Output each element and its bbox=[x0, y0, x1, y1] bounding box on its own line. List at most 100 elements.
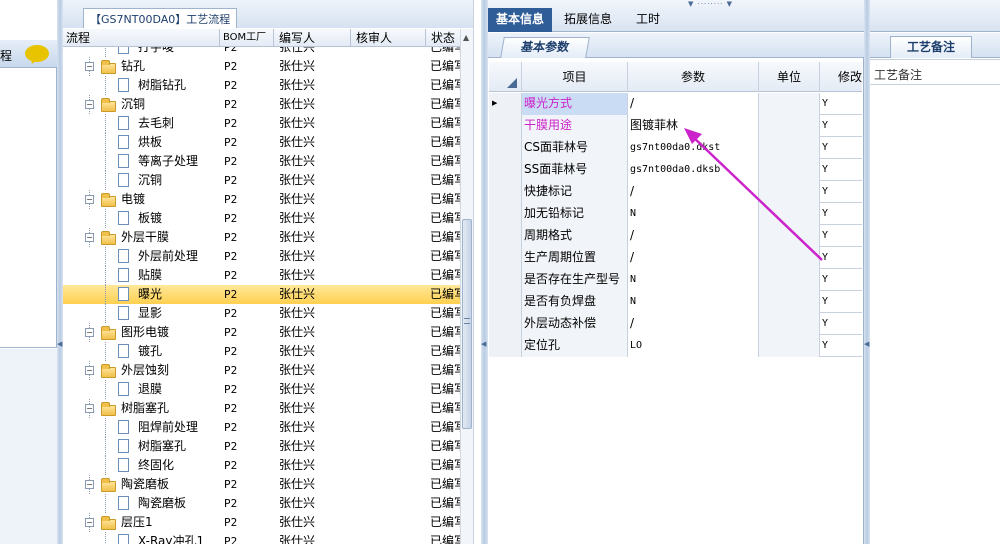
basic-params-title[interactable]: 基本参数 bbox=[500, 37, 590, 58]
row-indicator[interactable] bbox=[489, 291, 522, 313]
tree-row[interactable]: 退膜 P2 张仕兴 已编写 bbox=[63, 380, 460, 399]
reviewer-cell bbox=[356, 228, 426, 247]
collapse-toggle-icon[interactable]: − bbox=[85, 62, 94, 71]
tree-row[interactable]: − 图形电镀 P2 张仕兴 已编写 bbox=[63, 323, 460, 342]
param-row[interactable]: 外层动态补偿 / Y bbox=[489, 313, 862, 335]
scroll-grip-icon bbox=[464, 318, 470, 324]
param-col-unit[interactable]: 单位 bbox=[759, 62, 820, 92]
param-value[interactable]: / bbox=[628, 313, 759, 335]
tree-row[interactable]: − 电镀 P2 张仕兴 已编写 bbox=[63, 190, 460, 209]
status-cell: 已编写 bbox=[430, 534, 460, 544]
scroll-up-icon[interactable]: ▲ bbox=[463, 33, 469, 42]
tree-row[interactable]: 等离子处理 P2 张仕兴 已编写 bbox=[63, 152, 460, 171]
remark-content-box[interactable]: 工艺备注 bbox=[870, 59, 1000, 544]
bom-cell: P2 bbox=[224, 79, 238, 92]
tree-connector bbox=[105, 209, 106, 228]
row-indicator[interactable] bbox=[489, 269, 522, 291]
param-item: 是否有负焊盘 bbox=[522, 291, 628, 313]
status-cell: 已编写 bbox=[430, 344, 460, 358]
tab-work-hours[interactable]: 工时 bbox=[628, 8, 668, 32]
collapse-toggle-icon[interactable]: − bbox=[85, 233, 94, 242]
param-value[interactable]: N bbox=[628, 291, 759, 313]
col-header-flow[interactable]: 流程 bbox=[63, 29, 220, 46]
tree-row[interactable]: − 沉铜 P2 张仕兴 已编写 bbox=[63, 95, 460, 114]
tree-row[interactable]: 板镀 P2 张仕兴 已编写 bbox=[63, 209, 460, 228]
collapse-toggle-icon[interactable]: − bbox=[85, 100, 94, 109]
tree-row[interactable]: 打字唛 P2 张仕兴 已编写 bbox=[63, 47, 460, 57]
tree-row[interactable]: − 外层蚀刻 P2 张仕兴 已编写 bbox=[63, 361, 460, 380]
collapse-toggle-icon[interactable]: − bbox=[85, 404, 94, 413]
tree-row[interactable]: − 层压1 P2 张仕兴 已编写 bbox=[63, 513, 460, 532]
tree-row[interactable]: 显影 P2 张仕兴 已编写 bbox=[63, 304, 460, 323]
row-indicator[interactable] bbox=[489, 225, 522, 247]
writer-cell: 张仕兴 bbox=[279, 401, 316, 415]
process-panel: 【GS7NT00DA0】工艺流程 流程 BOM工厂 编写人 核审人 状态 打字唛… bbox=[63, 0, 481, 544]
tree-row[interactable]: 终固化 P2 张仕兴 已编写 bbox=[63, 456, 460, 475]
tree-row[interactable]: 外层前处理 P2 张仕兴 已编写 bbox=[63, 247, 460, 266]
process-scrollbar[interactable]: ▲ bbox=[460, 29, 473, 544]
collapse-toggle-icon[interactable]: − bbox=[85, 366, 94, 375]
tab-extended-info[interactable]: 拓展信息 bbox=[558, 8, 618, 32]
row-indicator[interactable] bbox=[489, 159, 522, 181]
document-icon bbox=[118, 382, 129, 396]
tree-row[interactable]: X-Ray冲孔1 P2 张仕兴 已编写 bbox=[63, 532, 460, 544]
param-value[interactable]: N bbox=[628, 269, 759, 291]
tree-row[interactable]: − 外层干膜 P2 张仕兴 已编写 bbox=[63, 228, 460, 247]
bom-cell: P2 bbox=[224, 231, 238, 244]
tree-row[interactable]: 去毛刺 P2 张仕兴 已编写 bbox=[63, 114, 460, 133]
param-row[interactable]: ▶ 曝光方式 / Y bbox=[489, 93, 862, 115]
row-indicator[interactable]: ▶ bbox=[489, 93, 522, 115]
middle-splitter[interactable]: ◀ bbox=[481, 0, 488, 544]
collapse-toggle-icon[interactable]: − bbox=[85, 518, 94, 527]
param-unit[interactable] bbox=[759, 291, 820, 313]
tree-row[interactable]: 烘板 P2 张仕兴 已编写 bbox=[63, 133, 460, 152]
collapse-toggle-icon[interactable]: − bbox=[85, 480, 94, 489]
row-indicator[interactable] bbox=[489, 313, 522, 335]
param-row[interactable]: 是否存在生产型号 N Y bbox=[489, 269, 862, 291]
param-value[interactable]: / bbox=[628, 93, 759, 115]
param-value[interactable]: LO bbox=[628, 335, 759, 357]
tree-row[interactable]: − 陶瓷磨板 P2 张仕兴 已编写 bbox=[63, 475, 460, 494]
tree-node-label: 曝光 bbox=[138, 287, 163, 301]
param-col-value[interactable]: 参数 bbox=[628, 62, 759, 92]
writer-cell: 张仕兴 bbox=[279, 287, 316, 301]
document-icon bbox=[118, 173, 129, 187]
row-indicator[interactable] bbox=[489, 335, 522, 357]
tree-row[interactable]: 沉铜 P2 张仕兴 已编写 bbox=[63, 171, 460, 190]
tab-basic-info[interactable]: 基本信息 bbox=[488, 8, 552, 32]
param-row[interactable]: 定位孔 LO Y bbox=[489, 335, 862, 357]
remark-title[interactable]: 工艺备注 bbox=[890, 36, 972, 58]
tree-row[interactable]: − 钻孔 P2 张仕兴 已编写 bbox=[63, 57, 460, 76]
tree-node-label: 阻焊前处理 bbox=[138, 420, 199, 434]
row-indicator[interactable] bbox=[489, 247, 522, 269]
param-unit[interactable] bbox=[759, 313, 820, 335]
row-indicator[interactable] bbox=[489, 181, 522, 203]
tree-row[interactable]: 阻焊前处理 P2 张仕兴 已编写 bbox=[63, 418, 460, 437]
left-panel-border bbox=[0, 68, 57, 348]
tree-row[interactable]: 镀孔 P2 张仕兴 已编写 bbox=[63, 342, 460, 361]
param-unit[interactable] bbox=[759, 335, 820, 357]
row-indicator[interactable] bbox=[489, 137, 522, 159]
param-col-item[interactable]: 项目 bbox=[522, 62, 628, 92]
param-col-modify[interactable]: 修改 bbox=[820, 62, 862, 92]
row-indicator[interactable] bbox=[489, 115, 522, 137]
collapse-toggle-icon[interactable]: − bbox=[85, 195, 94, 204]
col-header-reviewer[interactable]: 核审人 bbox=[351, 29, 426, 46]
collapse-toggle-icon[interactable]: − bbox=[85, 328, 94, 337]
param-unit[interactable] bbox=[759, 269, 820, 291]
row-indicator[interactable] bbox=[489, 203, 522, 225]
col-header-bom[interactable]: BOM工厂 bbox=[220, 29, 274, 46]
tree-node-label: 等离子处理 bbox=[138, 154, 199, 168]
scroll-thumb[interactable] bbox=[462, 219, 472, 429]
param-row[interactable]: 是否有负焊盘 N Y bbox=[489, 291, 862, 313]
tree-row[interactable]: 树脂塞孔 P2 张仕兴 已编写 bbox=[63, 437, 460, 456]
document-icon bbox=[118, 306, 129, 320]
col-header-writer[interactable]: 编写人 bbox=[274, 29, 351, 46]
document-icon bbox=[118, 268, 129, 282]
param-unit[interactable] bbox=[759, 93, 820, 115]
tree-row[interactable]: 树脂钻孔 P2 张仕兴 已编写 bbox=[63, 76, 460, 95]
tree-row[interactable]: − 树脂塞孔 P2 张仕兴 已编写 bbox=[63, 399, 460, 418]
tree-row[interactable]: 曝光 P2 张仕兴 已编写 bbox=[63, 285, 460, 304]
tree-row[interactable]: 陶瓷磨板 P2 张仕兴 已编写 bbox=[63, 494, 460, 513]
tree-row[interactable]: 贴膜 P2 张仕兴 已编写 bbox=[63, 266, 460, 285]
